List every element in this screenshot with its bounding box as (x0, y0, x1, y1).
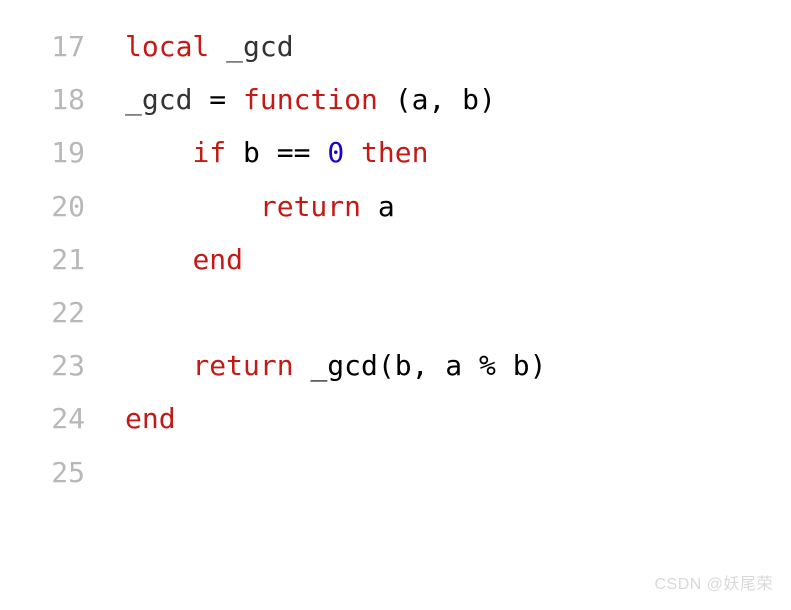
line-number: 22 (0, 286, 125, 339)
text-token (125, 243, 192, 276)
text-token (125, 349, 192, 382)
text-token (344, 136, 361, 169)
code-line: 22 (0, 286, 791, 339)
text-token: _gcd(b, a % b) (294, 349, 547, 382)
line-content: _gcd = function (a, b) (125, 73, 791, 126)
keyword-token: if (192, 136, 226, 169)
line-number: 25 (0, 446, 125, 499)
line-content: if b == 0 then (125, 126, 791, 179)
line-content (125, 446, 791, 499)
watermark-text: CSDN @妖尾荣 (654, 570, 773, 600)
line-number: 23 (0, 339, 125, 392)
code-line: 19 if b == 0 then (0, 126, 791, 179)
line-number: 18 (0, 73, 125, 126)
line-number: 20 (0, 180, 125, 233)
line-content: return _gcd(b, a % b) (125, 339, 791, 392)
line-content: local _gcd (125, 20, 791, 73)
text-token: a (361, 190, 395, 223)
text-token (209, 30, 226, 63)
keyword-token: then (361, 136, 428, 169)
code-line: 23 return _gcd(b, a % b) (0, 339, 791, 392)
text-token: = (192, 83, 243, 116)
line-number: 24 (0, 392, 125, 445)
line-content: end (125, 392, 791, 445)
text-token: b == (226, 136, 327, 169)
keyword-token: return (192, 349, 293, 382)
keyword-token: local (125, 30, 209, 63)
text-token: (a, b) (378, 83, 496, 116)
line-number: 21 (0, 233, 125, 286)
line-content: return a (125, 180, 791, 233)
code-line: 20 return a (0, 180, 791, 233)
keyword-token: end (192, 243, 243, 276)
code-line: 25 (0, 446, 791, 499)
text-token (125, 136, 192, 169)
text-token (125, 190, 260, 223)
code-line: 24 end (0, 392, 791, 445)
identifier-token: _gcd (125, 83, 192, 116)
keyword-token: end (125, 402, 176, 435)
number-token: 0 (327, 136, 344, 169)
identifier-token: _gcd (226, 30, 293, 63)
line-content (125, 286, 791, 339)
line-number: 17 (0, 20, 125, 73)
line-content: end (125, 233, 791, 286)
keyword-token: return (260, 190, 361, 223)
code-line: 18 _gcd = function (a, b) (0, 73, 791, 126)
code-block: 17 local _gcd 18 _gcd = function (a, b) … (0, 20, 791, 499)
line-number: 19 (0, 126, 125, 179)
code-line: 17 local _gcd (0, 20, 791, 73)
code-line: 21 end (0, 233, 791, 286)
keyword-token: function (243, 83, 378, 116)
